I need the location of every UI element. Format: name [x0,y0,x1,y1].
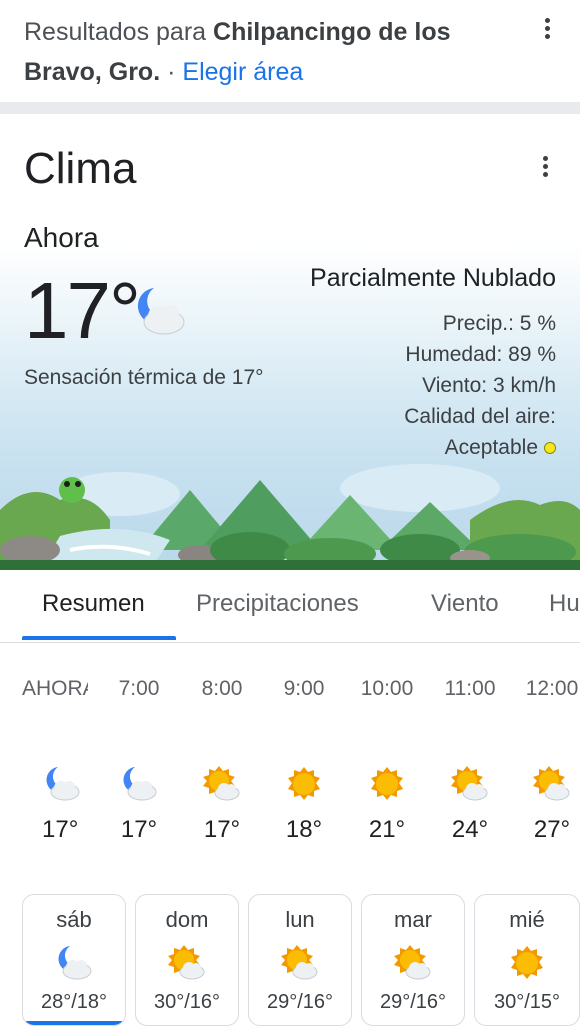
sun-icon [349,760,425,808]
tab-precipitaciones[interactable]: Precipitaciones [196,590,359,618]
tab-viento[interactable]: Viento [431,590,499,618]
hour-time: 11:00 [444,677,496,700]
hourly-forecast[interactable]: AHORA 17° 7:00 17° 8:00 17° 9:00 18° 10:… [0,674,580,864]
choose-area-link[interactable]: Elegir área [182,58,303,86]
hour-item: 10:00 21° [349,674,425,844]
air-quality-value: Aceptable [444,436,538,459]
day-name: dom [165,907,209,932]
results-location-text: Resultados para Chilpancingo de los Brav… [24,12,524,92]
day-name: sáb [56,907,92,932]
air-quality-value-row: Aceptable [404,432,556,463]
tab-resumen[interactable]: Resumen [42,590,145,618]
selected-day-indicator [25,1021,123,1025]
day-temps: 29°/16° [379,991,447,1013]
hour-time: 7:00 [118,677,160,700]
hour-time: 9:00 [283,677,325,700]
condition-text: Parcialmente Nublado [310,264,556,292]
hour-item: 8:00 17° [184,674,260,844]
hour-time: 12:00 [525,677,579,700]
hour-temp: 17° [42,816,79,843]
sun-cloud-icon [184,760,260,808]
day-card-sab[interactable]: sáb 28°/18° [22,894,126,1026]
sun-cloud-icon [249,941,351,985]
day-temps: 30°/15° [493,991,561,1013]
weather-details: Precip.: 5 % Humedad: 89 % Viento: 3 km/… [404,308,556,463]
sun-cloud-icon [362,941,464,985]
air-quality-dot-icon [544,442,556,455]
results-header: Resultados para Chilpancingo de los Brav… [0,0,580,102]
hour-temp: 18° [285,816,323,843]
humidity-text: Humedad: 89 % [405,343,556,366]
day-temps: 30°/16° [153,991,221,1013]
hour-temp: 17° [120,816,158,843]
hour-item: 11:00 24° [432,674,508,844]
air-quality-label: Calidad del aire: [404,405,556,428]
active-tab-indicator [22,636,176,640]
hour-item: 9:00 18° [266,674,342,844]
moon-cloud-icon [22,760,88,808]
weather-more-options-icon[interactable] [542,156,550,180]
day-temps: 28°/18° [40,991,108,1013]
day-card-mar[interactable]: mar 29°/16° [361,894,465,1026]
sun-icon [266,760,342,808]
sun-icon [475,941,579,985]
weather-card: Clima Ahora 17° Sensación térmica de 17°… [0,114,580,1026]
day-name: mar [394,907,432,932]
hour-time: AHORA [22,677,88,700]
hour-time: 8:00 [201,677,243,700]
sun-cloud-icon [432,760,508,808]
location-name-line2: Bravo, Gro. [24,58,161,86]
separator-dot: · [167,58,176,86]
tab-humedad[interactable]: Hu [549,590,580,618]
feels-like-text: Sensación térmica de 17° [24,366,264,389]
day-card-lun[interactable]: lun 29°/16° [248,894,352,1026]
moon-cloud-icon [23,941,125,985]
section-divider [0,102,580,114]
hour-item: 7:00 17° [101,674,177,844]
moon-cloud-icon [132,284,188,345]
day-name: mié [509,907,545,932]
hour-item: 12:00 27° [514,674,580,844]
day-temps: 29°/16° [266,991,334,1013]
hour-item: AHORA 17° [22,674,88,844]
results-prefix: Resultados para [24,18,207,46]
moon-cloud-icon [101,760,177,808]
weather-title: Clima [24,144,137,193]
results-more-options-icon[interactable] [544,18,552,42]
hour-time: 10:00 [360,677,414,700]
landscape-illustration [0,464,580,570]
day-card-dom[interactable]: dom 30°/16° [135,894,239,1026]
wind-text: Viento: 3 km/h [422,374,556,397]
sun-cloud-icon [514,760,580,808]
current-temperature: 17° [24,266,141,355]
now-label: Ahora [24,222,99,253]
sun-cloud-icon [136,941,238,985]
weather-tabs: Resumen Precipitaciones Viento Hu [0,570,580,643]
day-card-mie[interactable]: mié 30°/15° [474,894,580,1026]
hour-temp: 21° [368,816,406,843]
hour-temp: 27° [533,816,571,843]
hour-temp: 17° [203,816,241,843]
day-name: lun [285,907,315,932]
location-name-line1: Chilpancingo de los [213,18,451,46]
precipitation-text: Precip.: 5 % [442,312,556,335]
daily-forecast: sáb 28°/18° dom 30°/16° lun 29°/16° mar … [0,894,580,1026]
hour-temp: 24° [451,816,489,843]
